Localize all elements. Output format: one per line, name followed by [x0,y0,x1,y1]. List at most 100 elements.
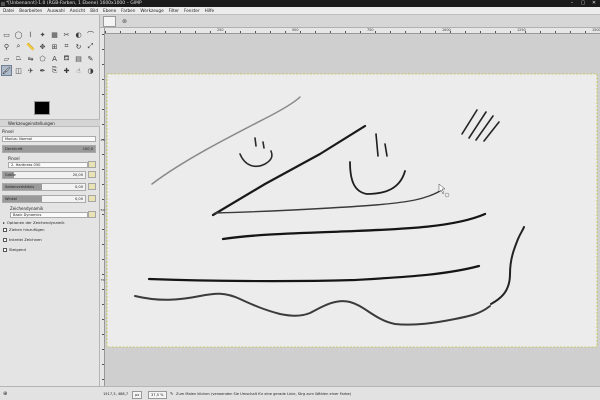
dynamics-edit-button[interactable] [88,211,96,218]
brush-edit-button[interactable] [88,161,96,168]
ruler-tick [180,31,181,33]
tool-grid: ▭ ◯ ⌇ ✦ ▦ ✂ ◐ ⌒ ⚲ ⌕ 📏 ✥ ⊞ ⌗ ↻ ⤢ ▱ ⏢ ⇋ ⬠ A ⛾ ▤ ✎ 🖌 ◫ ✈ ✒ ⎘ ✚ ☝ ◑ [1,29,99,76]
ruler-tick [255,31,256,33]
menu-item-bearbeiten[interactable]: Bearbeiten [19,7,42,14]
measure-icon[interactable]: 📏 [25,41,36,52]
expander-arrow-icon: ▸ [3,220,5,225]
ruler-tick [102,64,104,65]
paths-icon[interactable]: ⌒ [85,29,96,40]
drawing-canvas[interactable] [105,34,600,386]
ruler-h-label: 1500 [592,28,600,32]
zoom-selector-wrap: 37,5 % [148,387,167,400]
window-controls: – ▢ ✕ [568,0,598,7]
flip-icon[interactable]: ⇋ [25,53,36,64]
color-select-icon[interactable]: ▦ [49,29,60,40]
menu-item-ebene[interactable]: Ebene [103,7,116,14]
check-fade[interactable]: Ziehen hinzufügen [3,227,45,232]
status-brush-icon: ✎ [170,391,174,396]
ruler-h-label: 750 [367,28,374,32]
zoom-select[interactable]: 37,5 % [148,390,167,399]
title-bar: *[Unbenannt]-1.0 (RGB-Farben, 1 Ebene) 1… [0,0,600,7]
dodge-icon[interactable]: ◑ [85,65,96,76]
checkbox[interactable] [3,237,7,242]
clone-icon[interactable]: ⎘ [49,65,60,76]
tool-options-tab[interactable]: Werkzeugeinstellungen [0,119,100,127]
ruler-tick [585,31,586,33]
airbrush-icon[interactable]: ✈ [25,65,36,76]
ruler-tick [165,31,166,33]
zoom-icon[interactable]: ⌕ [13,41,24,52]
checkbox[interactable] [3,247,7,252]
shear-icon[interactable]: ▱ [1,53,12,64]
paintbrush-icon[interactable]: 🖌 [1,65,12,76]
scissors-icon[interactable]: ✂ [61,29,72,40]
close-icon[interactable]: ✕ [590,0,598,7]
image-tab-thumbnail[interactable] [103,16,116,27]
menu-item-hilfe[interactable]: Hilfe [205,7,215,14]
align-icon[interactable]: ⊞ [49,41,60,52]
brush-select[interactable]: 2. Hardness 050 [8,162,88,168]
aspect-slider[interactable]: Seitenverhältnis 0,00 [2,183,86,191]
menu-bar: Datei Bearbeiten Auswahl Ansicht Bild Eb… [0,7,600,15]
ruler-tick [195,31,196,33]
foreground-color-swatch[interactable] [34,101,50,115]
mode-select[interactable]: Modus: Normal [2,136,96,142]
crop-icon[interactable]: ⌗ [61,41,72,52]
move-icon[interactable]: ✥ [37,41,48,52]
dynamics-options-label: Optionen der Zeichendynamik [6,220,65,225]
dynamics-options-expander[interactable]: ▸ Optionen der Zeichendynamik [3,220,65,225]
free-select-icon[interactable]: ⌇ [25,29,36,40]
aspect-reset-button[interactable] [88,183,96,190]
ruler-tick [510,31,511,33]
maximize-icon[interactable]: ▢ [579,0,587,7]
menu-item-werkzeuge[interactable]: Werkzeuge [140,7,163,14]
dynamics-select[interactable]: Basic Dynamics [10,212,88,218]
image-paper[interactable] [106,73,598,348]
pencil-icon[interactable]: ✎ [85,53,96,64]
rotate-icon[interactable]: ↻ [73,41,84,52]
color-picker-icon[interactable]: ⚲ [1,41,12,52]
smudge-icon[interactable]: ☝ [73,65,84,76]
scale-icon[interactable]: ⤢ [85,41,96,52]
size-reset-button[interactable] [88,171,96,178]
ruler-h-label: 250 [217,28,224,32]
ruler-tick [102,169,104,170]
ruler-tick [285,31,286,33]
ruler-tick [102,244,104,245]
angle-slider[interactable]: Winkel 0,00 [2,195,86,203]
menu-item-farben[interactable]: Farben [121,7,135,14]
tab-close-icon[interactable]: ⊗ [120,17,129,26]
bucket-fill-icon[interactable]: ⛾ [61,53,72,64]
opacity-label: Deckkraft [5,147,23,151]
menu-item-fenster[interactable]: Fenster [184,7,200,14]
menu-item-auswahl[interactable]: Auswahl [47,7,65,14]
rect-select-icon[interactable]: ▭ [1,29,12,40]
foreground-select-icon[interactable]: ◐ [73,29,84,40]
menu-item-filter[interactable]: Filter [169,7,179,14]
minimize-icon[interactable]: – [568,0,576,7]
opacity-slider[interactable]: Deckkraft 100,0 [2,145,96,153]
check-fade-label: Ziehen hinzufügen [9,227,45,232]
perspective-icon[interactable]: ⏢ [13,53,24,64]
ruler-tick [120,31,121,33]
angle-label: Winkel [5,197,17,201]
menu-item-datei[interactable]: Datei [3,7,14,14]
menu-item-bild[interactable]: Bild [90,7,98,14]
check-jitter[interactable]: Steigend [3,247,26,252]
ellipse-select-icon[interactable]: ◯ [13,29,24,40]
angle-reset-button[interactable] [88,195,96,202]
menu-item-ansicht[interactable]: Ansicht [70,7,85,14]
unit-select[interactable]: px [132,390,143,399]
heal-icon[interactable]: ✚ [61,65,72,76]
eraser-icon[interactable]: ◫ [13,65,24,76]
ruler-tick [150,31,151,33]
ink-icon[interactable]: ✒ [37,65,48,76]
gradient-icon[interactable]: ▤ [73,53,84,64]
fuzzy-select-icon[interactable]: ✦ [37,29,48,40]
check-incremental[interactable]: Inkrelei Zeichnen [3,237,42,242]
ruler-tick [375,31,376,33]
cage-icon[interactable]: ⬠ [37,53,48,64]
text-icon[interactable]: A [49,53,60,64]
checkbox[interactable] [3,227,7,232]
size-slider[interactable]: Größe 20,00 [2,171,86,179]
